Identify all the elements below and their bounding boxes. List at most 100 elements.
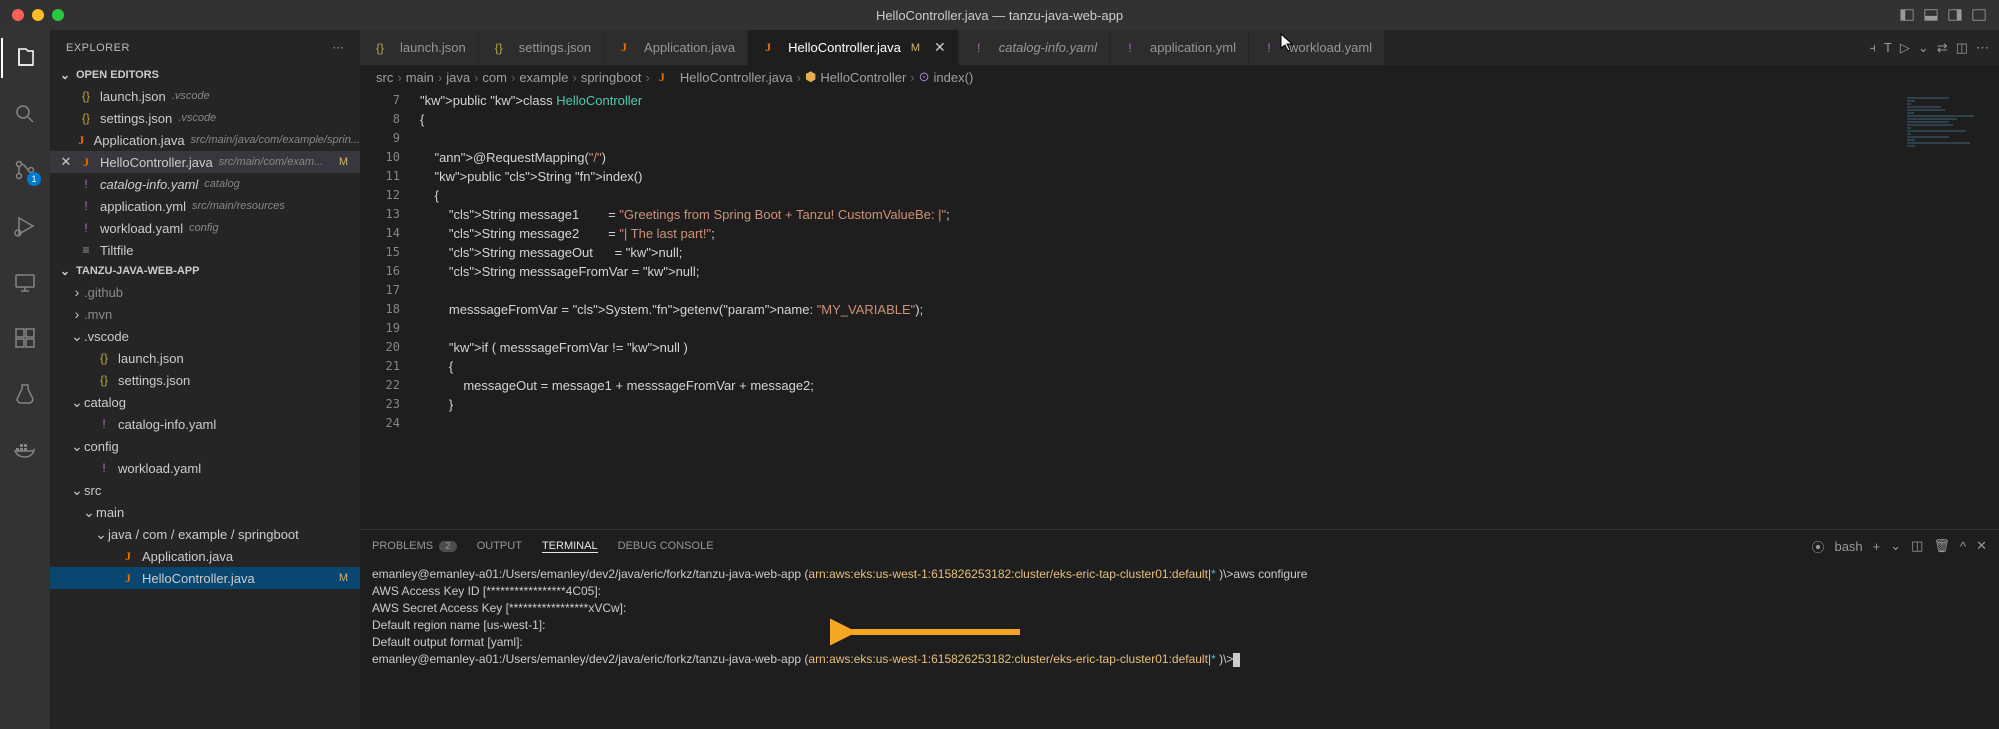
breadcrumb-item[interactable]: example (519, 70, 568, 85)
line-number[interactable]: 14 (360, 224, 400, 243)
open-editors-header[interactable]: ⌄ OPEN EDITORS (50, 65, 360, 85)
line-number[interactable]: 15 (360, 243, 400, 262)
layout-sidebar-right-icon[interactable] (1945, 5, 1965, 25)
open-editor-item[interactable]: {}launch.json.vscode (50, 85, 360, 107)
activity-source-control[interactable]: 1 (1, 150, 49, 190)
maximize-panel-icon[interactable]: ^ (1960, 539, 1966, 554)
editor-tab[interactable]: {}launch.json (360, 30, 479, 65)
line-number[interactable]: 13 (360, 205, 400, 224)
line-number[interactable]: 16 (360, 262, 400, 281)
activity-remote[interactable] (1, 262, 49, 302)
line-number[interactable]: 21 (360, 357, 400, 376)
tree-item[interactable]: ⌄config (50, 435, 360, 457)
breadcrumb-item[interactable]: com (482, 70, 507, 85)
terminal-content[interactable]: emanley@emanley-a01:/Users/emanley/dev2/… (360, 562, 1999, 729)
panel-tab-terminal[interactable]: TERMINAL (542, 540, 598, 553)
breadcrumb-item[interactable]: springboot (581, 70, 642, 85)
line-number[interactable]: 17 (360, 281, 400, 300)
line-number[interactable]: 20 (360, 338, 400, 357)
more-actions-icon[interactable]: ⋯ (1976, 40, 1989, 56)
close-editor-icon[interactable]: ✕ (58, 154, 74, 170)
tree-item[interactable]: ⌄catalog (50, 391, 360, 413)
open-editor-item[interactable]: !catalog-info.yamlcatalog (50, 173, 360, 195)
maximize-window-button[interactable] (52, 9, 64, 21)
code-editor[interactable]: 789101112131415161718192021222324 "kw">p… (360, 89, 1999, 529)
open-editor-item[interactable]: {}settings.json.vscode (50, 107, 360, 129)
layout-customize-icon[interactable] (1969, 5, 1989, 25)
minimize-window-button[interactable] (32, 9, 44, 21)
split-editor-icon[interactable]: ◫ (1956, 40, 1968, 56)
activity-docker[interactable] (1, 430, 49, 470)
editor-tab[interactable]: !workload.yaml (1249, 30, 1385, 65)
breadcrumb-item[interactable]: java (446, 70, 470, 85)
tree-item[interactable]: ⌄.vscode (50, 325, 360, 347)
new-terminal-dropdown-icon[interactable]: ⌄ (1890, 538, 1901, 554)
editor-tab[interactable]: !application.yml (1110, 30, 1249, 65)
close-tab-icon[interactable]: ✕ (934, 39, 946, 56)
layout-panel-icon[interactable] (1921, 5, 1941, 25)
layout-sidebar-left-icon[interactable] (1897, 5, 1917, 25)
project-header[interactable]: ⌄ TANZU-JAVA-WEB-APP (50, 261, 360, 281)
run-dropdown-icon[interactable]: ⌄ (1918, 40, 1929, 56)
open-editor-item[interactable]: !workload.yamlconfig (50, 217, 360, 239)
panel-tab-debug-console[interactable]: DEBUG CONSOLE (618, 540, 714, 552)
tree-item[interactable]: {}settings.json (50, 369, 360, 391)
line-number[interactable]: 19 (360, 319, 400, 338)
explorer-more-icon[interactable]: ⋯ (333, 41, 345, 54)
tree-item[interactable]: {}launch.json (50, 347, 360, 369)
split-terminal-icon[interactable]: ◫ (1911, 538, 1923, 554)
new-terminal-icon[interactable]: + (1873, 539, 1881, 554)
panel-tab-output[interactable]: OUTPUT (477, 540, 522, 552)
close-panel-icon[interactable]: ✕ (1976, 538, 1987, 554)
toggle-sidebar-icon[interactable]: ⫞ (1869, 40, 1876, 56)
open-editor-item[interactable]: ≡Tiltfile (50, 239, 360, 261)
code-content[interactable]: "kw">public "kw">class HelloController{ … (420, 89, 1899, 529)
breadcrumb-item[interactable]: JHelloController.java (654, 69, 793, 85)
editor-tab[interactable]: {}settings.json (479, 30, 604, 65)
open-editor-item[interactable]: JApplication.javasrc/main/java/com/examp… (50, 129, 360, 151)
tree-item[interactable]: ›.github (50, 281, 360, 303)
editor-tab[interactable]: JApplication.java (604, 30, 748, 65)
breadcrumb-item[interactable]: main (406, 70, 434, 85)
terminal-profile-icon[interactable]: ⦿ (1811, 537, 1824, 556)
tree-item[interactable]: ⌄main (50, 501, 360, 523)
activity-testing[interactable] (1, 374, 49, 414)
close-window-button[interactable] (12, 9, 24, 21)
activity-explorer[interactable] (1, 38, 49, 78)
breadcrumbs[interactable]: src›main›java›com›example›springboot›JHe… (360, 65, 1999, 89)
tree-item[interactable]: !catalog-info.yaml (50, 413, 360, 435)
line-number[interactable]: 18 (360, 300, 400, 319)
breadcrumb-item[interactable]: ⬢ HelloController (805, 69, 906, 85)
tree-item[interactable]: ⌄java / com / example / springboot (50, 523, 360, 545)
minimap[interactable] (1899, 89, 1999, 529)
open-editor-item[interactable]: !application.ymlsrc/main/resources (50, 195, 360, 217)
tree-item[interactable]: JApplication.java (50, 545, 360, 567)
line-number[interactable]: 11 (360, 167, 400, 186)
line-number[interactable]: 22 (360, 376, 400, 395)
editor-tab[interactable]: JHelloController.javaM✕ (748, 30, 959, 65)
activity-run-debug[interactable] (1, 206, 49, 246)
line-number[interactable]: 8 (360, 110, 400, 129)
editor-action-t[interactable]: T (1884, 40, 1892, 55)
line-number[interactable]: 12 (360, 186, 400, 205)
editor-tab[interactable]: !catalog-info.yaml (959, 30, 1110, 65)
breadcrumb-item[interactable]: src (376, 70, 393, 85)
diff-icon[interactable]: ⇄ (1937, 40, 1948, 56)
open-editor-item[interactable]: ✕JHelloController.javasrc/main/com/exam.… (50, 151, 360, 173)
line-number[interactable]: 23 (360, 395, 400, 414)
activity-extensions[interactable] (1, 318, 49, 358)
activity-search[interactable] (1, 94, 49, 134)
panel-tab-problems[interactable]: PROBLEMS 2 (372, 540, 457, 552)
line-number[interactable]: 10 (360, 148, 400, 167)
terminal-name[interactable]: bash (1834, 539, 1862, 554)
kill-terminal-icon[interactable]: 🗑 (1933, 538, 1950, 554)
tree-item[interactable]: JHelloController.javaM (50, 567, 360, 589)
run-icon[interactable]: ▷ (1900, 40, 1910, 56)
line-number[interactable]: 24 (360, 414, 400, 433)
tree-item[interactable]: ⌄src (50, 479, 360, 501)
tree-item[interactable]: !workload.yaml (50, 457, 360, 479)
line-number[interactable]: 9 (360, 129, 400, 148)
line-number[interactable]: 7 (360, 91, 400, 110)
breadcrumb-item[interactable]: ⊙ index() (919, 69, 974, 85)
tree-item[interactable]: ›.mvn (50, 303, 360, 325)
